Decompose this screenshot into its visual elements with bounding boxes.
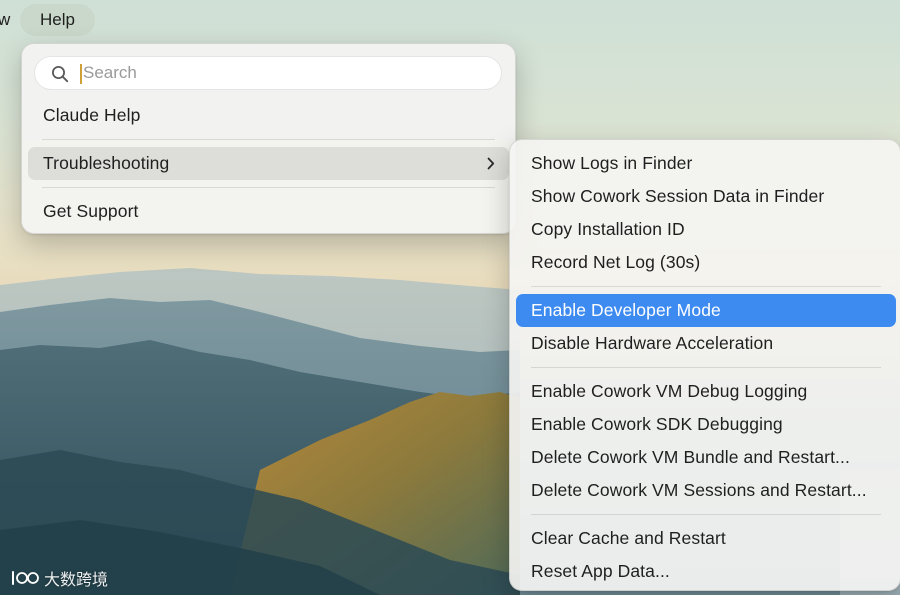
text-caret xyxy=(80,64,82,84)
watermark: 大数跨境 xyxy=(10,566,108,590)
menu-item-show-cowork-session-data[interactable]: Show Cowork Session Data in Finder xyxy=(516,180,896,213)
troubleshooting-submenu: Show Logs in Finder Show Cowork Session … xyxy=(509,139,900,591)
menu-item-show-logs-in-finder[interactable]: Show Logs in Finder xyxy=(516,147,896,180)
menubar-item-help[interactable]: Help xyxy=(20,4,95,36)
menu-item-label: Get Support xyxy=(43,201,139,221)
menu-item-enable-cowork-vm-debug-logging[interactable]: Enable Cowork VM Debug Logging xyxy=(516,375,896,408)
menu-item-label: Delete Cowork VM Sessions and Restart... xyxy=(531,480,867,500)
menu-item-label: Reset App Data... xyxy=(531,561,670,581)
search-input[interactable] xyxy=(83,60,483,86)
chevron-right-icon xyxy=(487,157,495,170)
menubar-item-window[interactable]: w xyxy=(0,4,10,36)
menu-item-label: Show Logs in Finder xyxy=(531,153,693,173)
menu-separator xyxy=(531,514,881,515)
menu-item-label: Enable Developer Mode xyxy=(531,300,721,320)
menu-item-label: Show Cowork Session Data in Finder xyxy=(531,186,825,206)
menu-item-delete-cowork-vm-bundle[interactable]: Delete Cowork VM Bundle and Restart... xyxy=(516,441,896,474)
menu-item-label: Disable Hardware Acceleration xyxy=(531,333,774,353)
search-box[interactable] xyxy=(34,56,502,90)
menu-item-label: Delete Cowork VM Bundle and Restart... xyxy=(531,447,850,467)
menu-item-claude-help[interactable]: Claude Help xyxy=(28,99,509,132)
menu-item-copy-installation-id[interactable]: Copy Installation ID xyxy=(516,213,896,246)
menu-item-reset-app-data[interactable]: Reset App Data... xyxy=(516,555,896,588)
menu-bar: w Help xyxy=(0,0,900,40)
menu-item-record-net-log[interactable]: Record Net Log (30s) xyxy=(516,246,896,279)
menu-separator xyxy=(531,286,881,287)
menu-item-label: Copy Installation ID xyxy=(531,219,685,239)
help-menu: Claude Help Troubleshooting Get Support xyxy=(21,43,516,234)
menu-item-enable-cowork-sdk-debugging[interactable]: Enable Cowork SDK Debugging xyxy=(516,408,896,441)
menu-item-troubleshooting[interactable]: Troubleshooting xyxy=(28,147,509,180)
menu-item-label: Clear Cache and Restart xyxy=(531,528,726,548)
menu-item-label: Claude Help xyxy=(43,105,141,125)
menu-item-label: Troubleshooting xyxy=(43,153,170,173)
search-icon xyxy=(52,66,69,83)
menu-item-enable-developer-mode[interactable]: Enable Developer Mode xyxy=(516,294,896,327)
menu-item-clear-cache-and-restart[interactable]: Clear Cache and Restart xyxy=(516,522,896,555)
watermark-text: 大数跨境 xyxy=(44,570,109,589)
menu-item-label: Enable Cowork VM Debug Logging xyxy=(531,381,808,401)
menu-item-get-support[interactable]: Get Support xyxy=(28,195,509,228)
menu-item-label: Enable Cowork SDK Debugging xyxy=(531,414,783,434)
menu-separator xyxy=(531,367,881,368)
menu-item-delete-cowork-vm-sessions[interactable]: Delete Cowork VM Sessions and Restart... xyxy=(516,474,896,507)
menu-separator xyxy=(42,139,495,140)
menu-item-label: Record Net Log (30s) xyxy=(531,252,701,272)
watermark-logo-icon xyxy=(12,571,39,585)
menu-separator xyxy=(42,187,495,188)
menu-item-disable-hardware-acceleration[interactable]: Disable Hardware Acceleration xyxy=(516,327,896,360)
